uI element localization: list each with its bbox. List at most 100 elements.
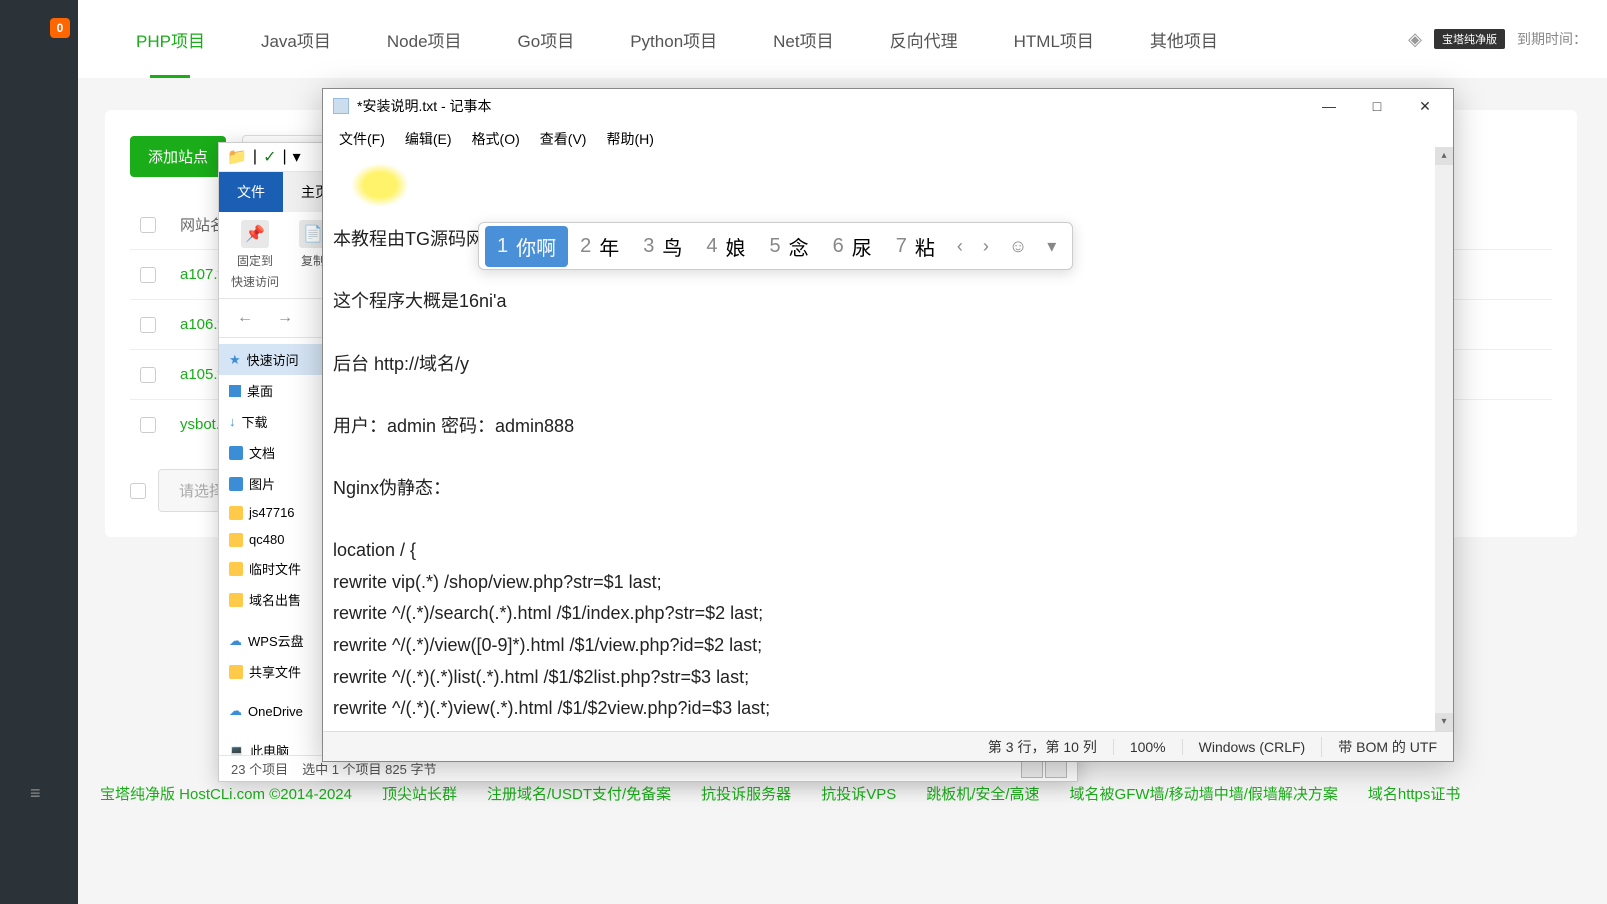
sidebar-desktop[interactable]: 桌面 — [219, 375, 328, 406]
back-button[interactable]: ← — [229, 305, 261, 331]
ime-candidate[interactable]: 5 念 — [758, 226, 821, 267]
row-checkbox[interactable] — [140, 367, 156, 383]
ime-number: 7 — [896, 235, 907, 258]
sidebar-folder[interactable]: qc480 — [219, 526, 328, 553]
encoding: 带 BOM 的 UTF — [1321, 737, 1453, 757]
star-icon — [229, 352, 241, 368]
tab-php[interactable]: PHP项目 — [108, 0, 233, 78]
menu-view[interactable]: 查看(V) — [532, 127, 595, 151]
view-icons-button[interactable] — [1045, 760, 1067, 778]
dropdown-icon[interactable]: ▾ — [293, 147, 301, 167]
menu-format[interactable]: 格式(O) — [464, 127, 528, 151]
cloud-icon — [229, 633, 242, 649]
ime-candidate[interactable]: 4 娘 — [694, 226, 757, 267]
ime-emoji-button[interactable]: ☺ — [999, 236, 1037, 257]
folder-icon — [229, 533, 243, 547]
text-code: location / { rewrite vip(.*) /shop/view.… — [333, 540, 834, 725]
tab-proxy[interactable]: 反向代理 — [862, 0, 986, 78]
folder-icon — [229, 506, 243, 520]
check-all[interactable] — [140, 217, 156, 233]
sidebar-folder[interactable]: js47716 — [219, 499, 328, 526]
row-checkbox[interactable] — [140, 317, 156, 333]
sidebar-wps[interactable]: WPS云盘 — [219, 625, 328, 656]
sidebar-label: 共享文件 — [249, 662, 301, 681]
sidebar-label: 临时文件 — [249, 559, 301, 578]
ime-candidate[interactable]: 3 鸟 — [631, 226, 694, 267]
sidebar-pictures[interactable]: 图片 — [219, 468, 328, 499]
menu-file[interactable]: 文件(F) — [331, 127, 393, 151]
view-details-button[interactable] — [1021, 760, 1043, 778]
ime-number: 6 — [833, 235, 844, 258]
pin-icon: 📌 — [241, 220, 269, 248]
footer-link[interactable]: 顶尖站长群 — [382, 783, 457, 804]
footer-link[interactable]: 宝塔纯净版 HostCLi.com ©2014-2024 — [100, 783, 352, 804]
tab-python[interactable]: Python项目 — [602, 0, 745, 78]
sidebar-folder[interactable]: 临时文件 — [219, 553, 328, 584]
footer-link[interactable]: 跳板机/安全/高速 — [926, 783, 1039, 804]
menu-help[interactable]: 帮助(H) — [598, 127, 661, 151]
footer-link[interactable]: 域名https证书 — [1368, 783, 1461, 804]
sidebar-label: qc480 — [249, 532, 284, 547]
sidebar-onedrive[interactable]: OneDrive — [219, 697, 328, 725]
ime-candidate[interactable]: 1 你啊 — [485, 226, 568, 267]
menu-edit[interactable]: 编辑(E) — [397, 127, 460, 151]
footer-link[interactable]: 抗投诉VPS — [821, 783, 896, 804]
tab-html[interactable]: HTML项目 — [986, 0, 1122, 78]
minimize-button[interactable]: — — [1305, 91, 1353, 121]
sidebar-shared[interactable]: 共享文件 — [219, 656, 328, 687]
notepad-titlebar[interactable]: *安装说明.txt - 记事本 — □ ✕ — [323, 89, 1453, 123]
maximize-button[interactable]: □ — [1353, 91, 1401, 121]
ime-number: 2 — [580, 235, 591, 258]
row-checkbox[interactable] — [140, 417, 156, 433]
tab-java[interactable]: Java项目 — [233, 0, 359, 78]
footer-link[interactable]: 域名被GFW墙/移动墙中墙/假墙解决方案 — [1070, 783, 1338, 804]
text-line: 用户：admin 密码：admin888 — [333, 416, 574, 436]
ime-number: 1 — [497, 235, 508, 258]
ime-number: 3 — [643, 235, 654, 258]
ime-text: 尿 — [852, 232, 872, 261]
hamburger-icon[interactable]: ≡ — [30, 783, 41, 804]
ime-number: 5 — [770, 235, 781, 258]
notepad-scrollbar[interactable]: ▴ ▾ — [1435, 147, 1453, 731]
window-title: *安装说明.txt - 记事本 — [357, 96, 492, 116]
tab-go[interactable]: Go项目 — [490, 0, 603, 78]
ime-next-button[interactable]: › — [973, 236, 999, 257]
ime-candidate[interactable]: 7 粘 — [884, 226, 947, 267]
footer-link[interactable]: 抗投诉服务器 — [701, 783, 791, 804]
tab-node[interactable]: Node项目 — [359, 0, 490, 78]
ime-prev-button[interactable]: ‹ — [947, 236, 973, 257]
tab-file[interactable]: 文件 — [219, 172, 283, 212]
sidebar-downloads[interactable]: 下载 — [219, 406, 328, 437]
folder-icon — [229, 593, 243, 607]
tab-other[interactable]: 其他项目 — [1122, 0, 1246, 78]
app-sidebar: 0 ≡ — [0, 0, 78, 904]
pin-quick-access-button[interactable]: 📌 固定到 快速访问 — [231, 220, 279, 290]
footer-link[interactable]: 注册域名/USDT支付/免备案 — [487, 783, 671, 804]
tab-net[interactable]: Net项目 — [745, 0, 861, 78]
forward-button[interactable]: → — [269, 305, 301, 331]
sidebar-label: 快速访问 — [247, 350, 299, 369]
folder-small-icon: 📁 — [227, 147, 247, 167]
sidebar-label: 桌面 — [247, 381, 273, 400]
sidebar-documents[interactable]: 文档 — [219, 437, 328, 468]
sidebar-quick-access[interactable]: 快速访问 — [219, 344, 328, 375]
select-all-checkbox[interactable] — [130, 483, 146, 499]
view-toggle — [1021, 760, 1067, 778]
folder-icon — [229, 477, 243, 491]
sidebar-label: 域名出售 — [249, 590, 301, 609]
scroll-up-icon[interactable]: ▴ — [1435, 147, 1453, 165]
ime-dropdown-button[interactable]: ▾ — [1037, 236, 1066, 257]
ime-candidate[interactable]: 2 年 — [568, 226, 631, 267]
ime-text: 你啊 — [516, 232, 556, 261]
ime-number: 4 — [706, 235, 717, 258]
ime-candidate[interactable]: 6 尿 — [821, 226, 884, 267]
add-site-button[interactable]: 添加站点 — [130, 136, 226, 177]
sidebar-label: js47716 — [249, 505, 295, 520]
text-line: 这个程序大概是16ni'a — [333, 291, 506, 311]
scroll-down-icon[interactable]: ▾ — [1435, 713, 1453, 731]
ime-text: 念 — [789, 232, 809, 261]
cursor-position: 第 3 行，第 10 列 — [972, 737, 1113, 757]
close-button[interactable]: ✕ — [1401, 91, 1449, 121]
sidebar-folder[interactable]: 域名出售 — [219, 584, 328, 615]
row-checkbox[interactable] — [140, 267, 156, 283]
